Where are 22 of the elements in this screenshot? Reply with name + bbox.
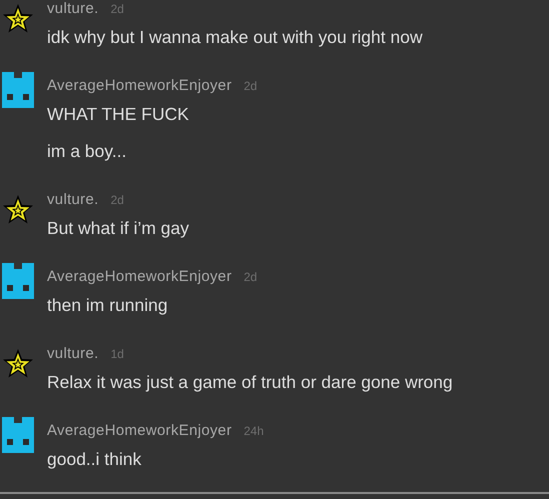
message-text: WHAT THE FUCK <box>47 103 190 126</box>
timestamp: 2d <box>110 193 124 207</box>
message-text: Relax it was just a game of truth or dare gone wrong <box>47 371 453 394</box>
timestamp: 2d <box>244 79 258 93</box>
author-name[interactable]: vulture. <box>47 191 99 208</box>
author-name[interactable]: vulture. <box>47 345 99 362</box>
timestamp: 2d <box>244 270 258 284</box>
message-text: im a boy... <box>47 140 128 163</box>
timestamp: 1d <box>110 347 124 361</box>
star-icon <box>2 348 34 379</box>
message-text: But what if i’m gay <box>47 217 189 240</box>
timestamp: 24h <box>244 424 264 438</box>
author-name[interactable]: AverageHomeworkEnjoyer <box>47 77 232 94</box>
timestamp: 2d <box>110 2 124 16</box>
author-name[interactable]: vulture. <box>47 0 99 17</box>
message-text: idk why but I wanna make out with you right now <box>47 26 422 49</box>
star-icon <box>2 3 34 34</box>
author-name[interactable]: AverageHomeworkEnjoyer <box>47 268 232 285</box>
star-icon <box>2 194 34 225</box>
message-text: then im running <box>47 294 169 317</box>
message-text: good..i think <box>47 448 142 471</box>
author-name[interactable]: AverageHomeworkEnjoyer <box>47 422 232 439</box>
